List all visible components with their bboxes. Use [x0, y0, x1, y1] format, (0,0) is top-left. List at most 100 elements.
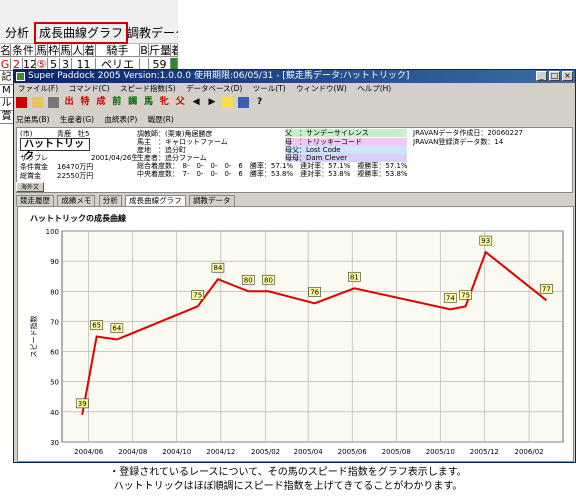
save-icon[interactable]: [47, 97, 59, 108]
data-label: 75: [461, 291, 470, 299]
horse-info-panel: (市) 青鹿 牡5 ハットトリック サラブレ 2001/04/26生 条件賞金 …: [16, 127, 573, 193]
y-axis-label: スピード指数: [29, 316, 38, 358]
jravan-count: JRAVAN登録済データ数：14: [413, 138, 504, 146]
next-icon[interactable]: ▶: [207, 97, 218, 108]
data-label: 80: [244, 276, 253, 284]
data-label: 93: [481, 237, 490, 245]
close-button[interactable]: ×: [562, 71, 573, 81]
tab-training[interactable]: 調教データ: [189, 195, 235, 206]
breed: サラブレ: [20, 154, 48, 162]
prev-icon[interactable]: ◀: [191, 97, 202, 108]
sire-icon[interactable]: 父: [175, 97, 186, 108]
birthplace: 産地 ：追分町: [137, 146, 186, 154]
col-header: 騎手: [96, 44, 140, 57]
y-tick-label: 30: [50, 439, 59, 447]
bg-tab-training[interactable]: 調教データ: [124, 24, 178, 42]
menu-command[interactable]: コマンド(C): [69, 84, 110, 93]
minimize-button[interactable]: _: [536, 71, 547, 81]
side-label: 記: [0, 72, 14, 85]
data-label: 76: [310, 288, 319, 296]
prize-value: 16470万円: [57, 163, 94, 171]
record-button[interactable]: 戦歴(R): [148, 115, 174, 124]
total-prize-value: 22550万円: [57, 172, 94, 180]
app-icon: [16, 72, 25, 81]
tab-analysis[interactable]: 分析: [98, 195, 122, 206]
x-tick-label: 2005/08: [382, 448, 411, 456]
menu-file[interactable]: ファイル(F): [18, 84, 58, 93]
tab-growth-graph[interactable]: 成長曲線グラフ: [125, 195, 186, 206]
sub-toolbar: 兄弟馬(B) 生産者(G) 血統表(P) 戦歴(R): [16, 114, 573, 126]
open-folder-icon[interactable]: [31, 97, 43, 108]
caption-line-1: ・登録されているレースについて、その馬のスピード指数をグラフ表示します。: [109, 467, 467, 478]
background-side-labels: 記 M ル 賞: [0, 72, 14, 124]
bg-tab-analysis[interactable]: 分析: [2, 24, 32, 42]
register-icon[interactable]: 前: [111, 97, 122, 108]
sire: 父 ：サンデーサイレンス: [285, 129, 407, 137]
tab-race-history[interactable]: 競走履歴: [16, 195, 54, 206]
maximize-button[interactable]: □: [549, 71, 560, 81]
col-header: 斤量: [149, 44, 171, 57]
data-label: 84: [213, 264, 222, 272]
help-icon[interactable]: ?: [254, 97, 265, 108]
race-icon[interactable]: 出: [64, 97, 75, 108]
col-header: 着: [84, 44, 96, 57]
menu-bar: ファイル(F) コマンド(C) スピード指数(S) データベース(D) ツール(…: [14, 83, 575, 95]
jravan-date: JRAVANデータ作成日：20060227: [413, 129, 523, 137]
x-tick-label: 2006/02: [515, 448, 544, 456]
side-label: M: [0, 85, 14, 98]
y-tick-label: 50: [50, 379, 59, 387]
table-cell: G: [0, 58, 11, 71]
damdam: 母母：Dam Clever: [285, 154, 407, 162]
col-header: 人: [72, 44, 84, 57]
x-tick-label: 2005/06: [338, 448, 368, 456]
bg-tab-growth-graph[interactable]: 成長曲線グラフ: [33, 22, 129, 44]
col-header: 条件: [11, 44, 36, 57]
y-tick-label: 70: [50, 318, 59, 326]
col-header: B: [140, 44, 149, 57]
menu-help[interactable]: ヘルプ(H): [357, 84, 391, 93]
pedigree-button[interactable]: 血統表(P): [104, 115, 137, 124]
data-label: 74: [446, 294, 455, 302]
mark-icon[interactable]: 牝: [159, 97, 170, 108]
y-tick-label: 90: [50, 258, 59, 266]
toolbar: 出 特 成 前 調 馬 牝 父 ◀ ▶ ?: [16, 97, 573, 111]
tab-memo[interactable]: 成績メモ: [57, 195, 96, 206]
x-tick-label: 2004/06: [74, 448, 104, 456]
menu-database[interactable]: データベース(D): [186, 84, 242, 93]
result-icon[interactable]: 成: [95, 97, 106, 108]
memo-icon[interactable]: [222, 97, 234, 108]
tab-strip: 競走履歴 成績メモ 分析 成長曲線グラフ 調教データ: [16, 195, 573, 206]
caption: ・登録されているレースについて、その馬のスピード指数をグラフ表示します。 ハット…: [0, 466, 576, 494]
total-prize-label: 総賞金: [20, 172, 41, 180]
main-window: Super Paddock 2005 Version:1.0.0.0 使用期限:…: [13, 69, 576, 463]
record-all: 総合着度数： 8- 0- 0- 0- 6 勝率：57.1% 連対率：57.1% …: [137, 162, 408, 170]
y-tick-label: 80: [50, 288, 59, 296]
chart-title: ハットトリックの成長曲線: [30, 213, 126, 223]
horse-name: ハットトリック: [20, 138, 90, 162]
title-bar: Super Paddock 2005 Version:1.0.0.0 使用期限:…: [14, 70, 575, 83]
menu-tools[interactable]: ツール(T): [253, 84, 286, 93]
chart-panel: ハットトリックの成長曲線 スピード指数 30 40 50 60 70 80 90 100 2004/…: [17, 206, 574, 462]
menu-window[interactable]: ウィンドウ(W): [296, 84, 347, 93]
x-tick-label: 2005/02: [251, 448, 280, 456]
book-icon[interactable]: [238, 97, 250, 108]
favorite-icon[interactable]: 特: [80, 97, 91, 108]
background-table: 名 条件 馬 枠 馬 人 着 騎手 B 斤量 着 G 2 12 ⑤ 5 3 11…: [0, 44, 178, 72]
x-tick-label: 2005/12: [470, 448, 499, 456]
birth-date: 2001/04/26生: [91, 154, 139, 162]
overseas-button[interactable]: 海外文: [16, 182, 44, 192]
pedigree-icon[interactable]: 馬: [143, 97, 154, 108]
breeder-button[interactable]: 生産者(G): [60, 115, 94, 124]
data-label: 64: [112, 325, 121, 333]
col-header: 馬: [36, 44, 48, 57]
col-header: 名: [0, 44, 11, 57]
col-header: 馬: [60, 44, 72, 57]
siblings-button[interactable]: 兄弟馬(B): [16, 115, 50, 124]
stop-icon[interactable]: [16, 97, 27, 108]
horse-icon[interactable]: 調: [127, 97, 138, 108]
trainer: 調教師：(栗東)角居勝彦: [137, 130, 213, 138]
data-label: 80: [264, 276, 273, 284]
record-central: 中央着度数： 7- 0- 0- 0- 6 勝率：53.8% 連対率：53.8% …: [137, 170, 408, 178]
menu-speed-index[interactable]: スピード指数(S): [120, 84, 176, 93]
data-label: 81: [350, 273, 359, 281]
